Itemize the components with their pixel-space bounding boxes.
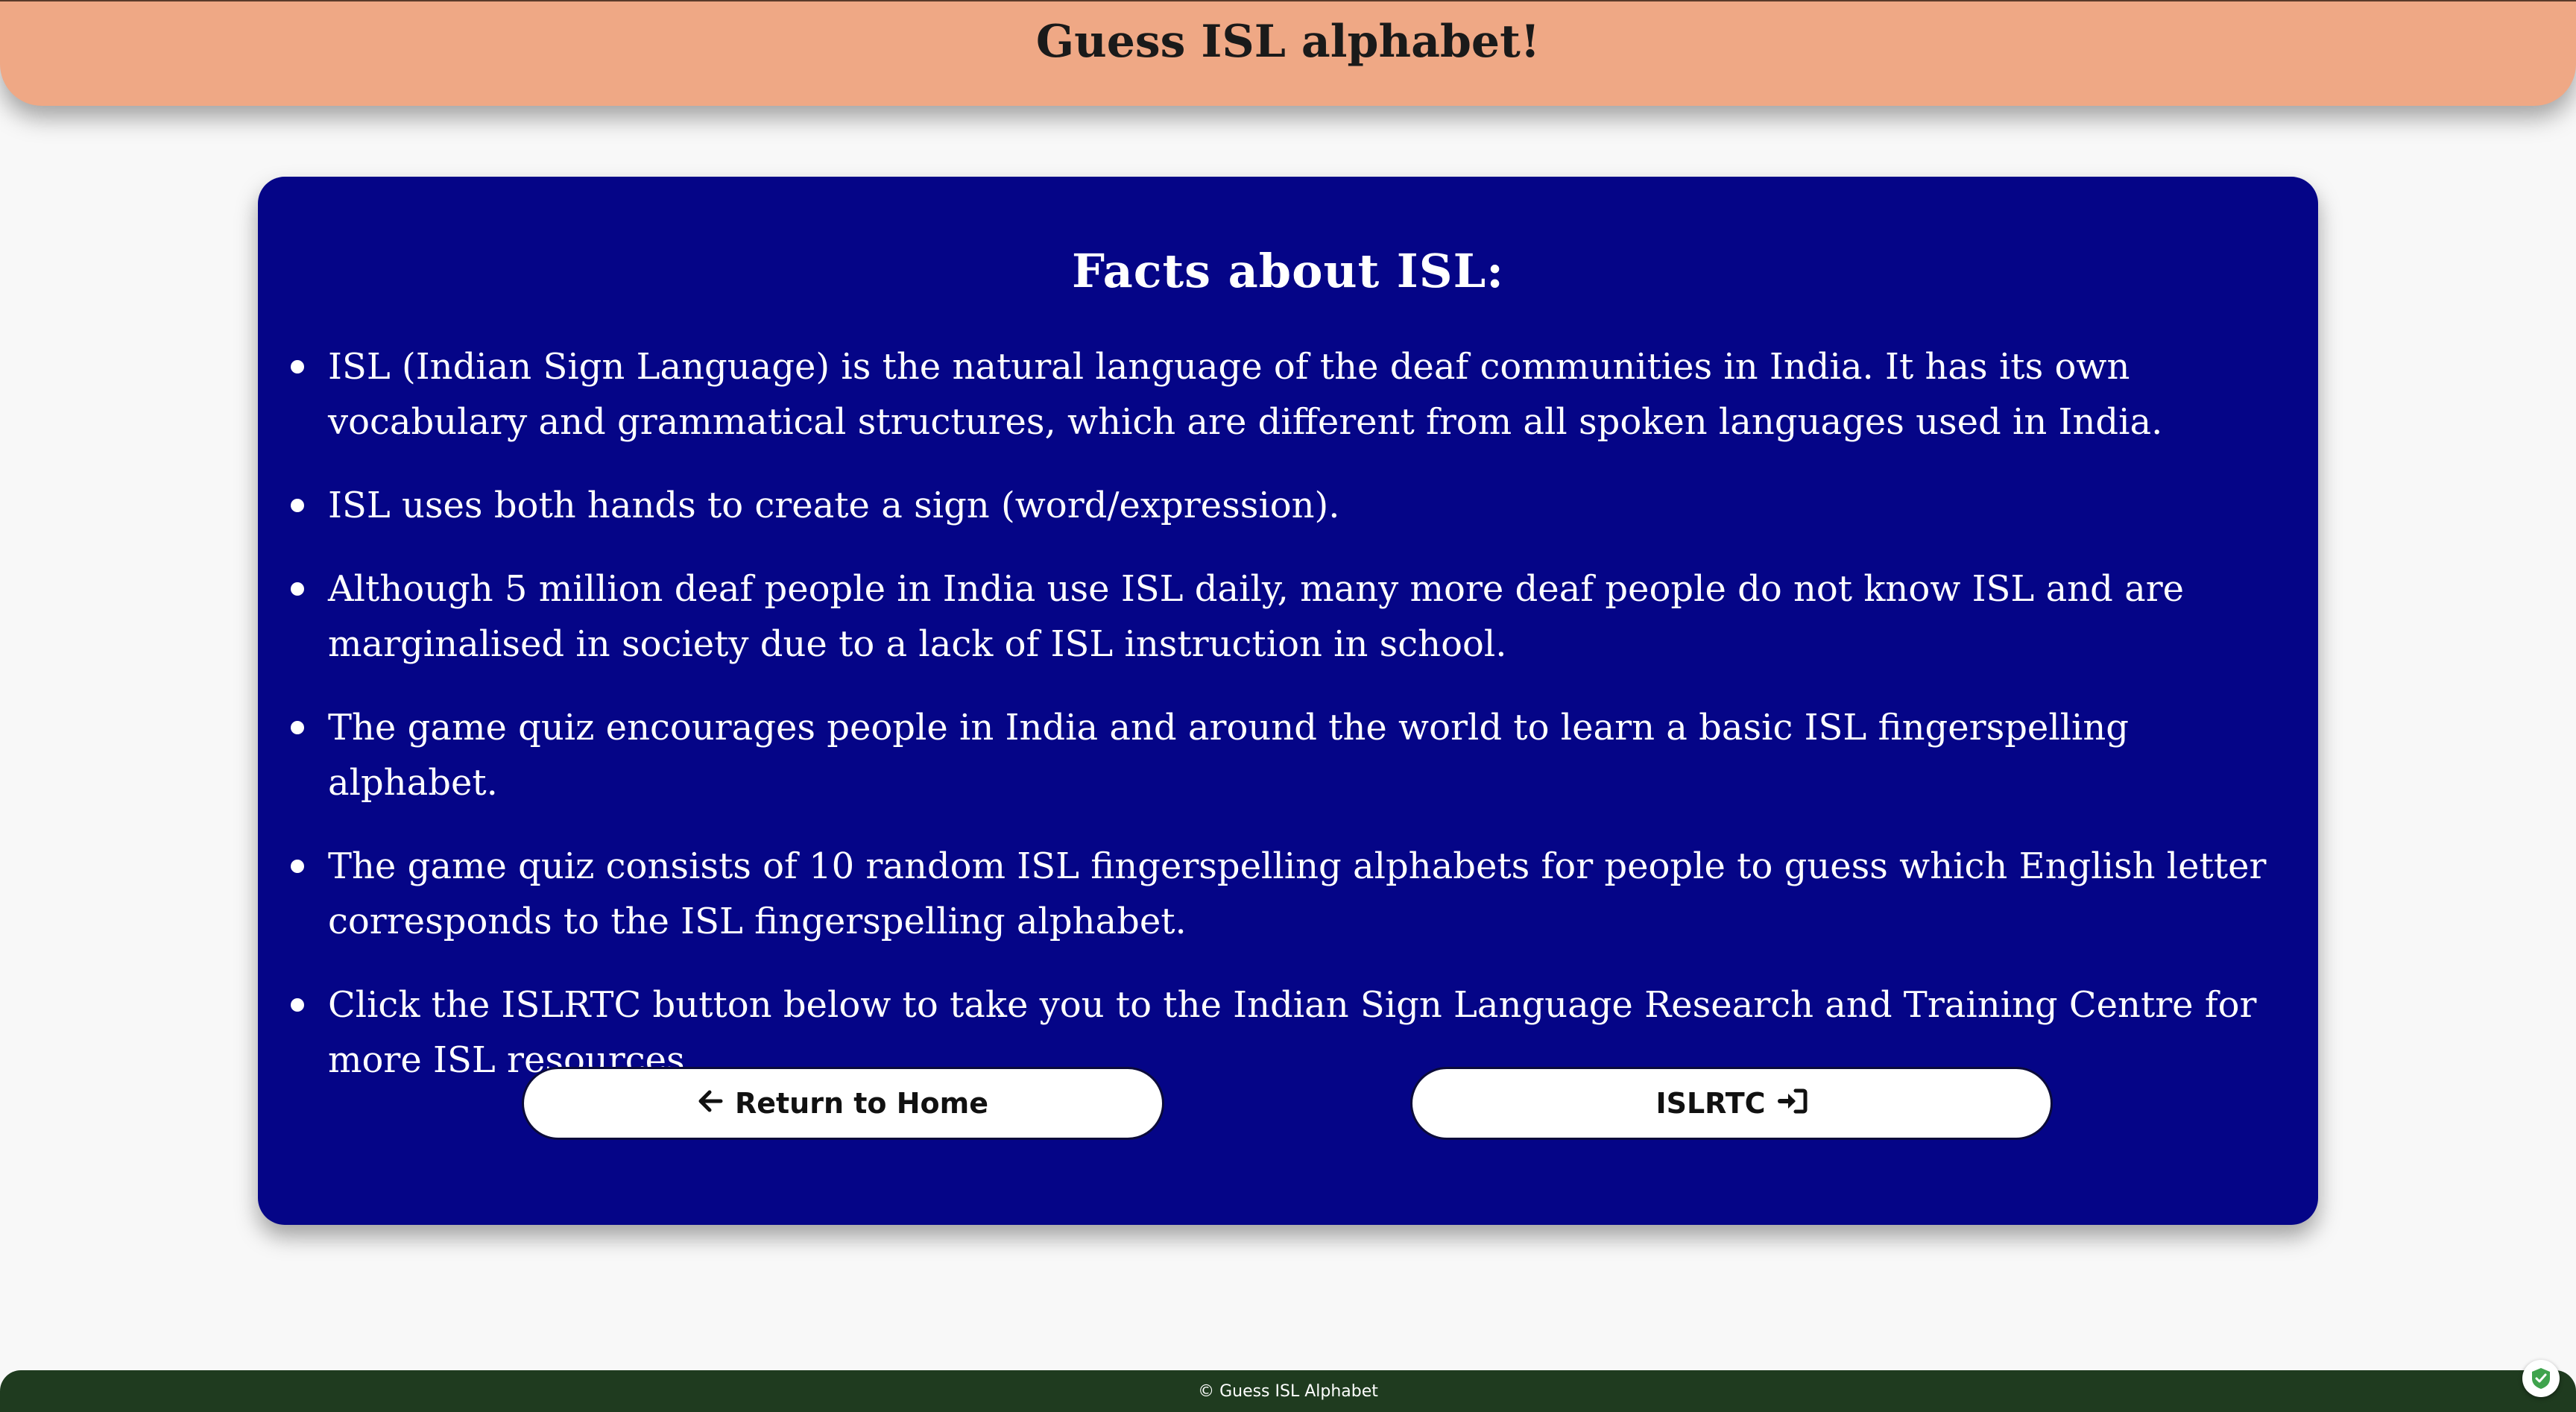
islrtc-button[interactable]: ISLRTC	[1410, 1067, 2053, 1140]
bullet-icon	[291, 998, 304, 1012]
bullet-icon	[291, 360, 304, 374]
fact-text: The game quiz consists of 10 random ISL …	[328, 845, 2267, 942]
sign-in-icon	[1777, 1088, 1808, 1120]
fact-item: The game quiz encourages people in India…	[291, 700, 2281, 810]
facts-heading: Facts about ISL:	[1071, 244, 1505, 298]
fact-item: ISL (Indian Sign Language) is the natura…	[291, 339, 2281, 450]
facts-list: ISL (Indian Sign Language) is the natura…	[291, 339, 2281, 1116]
fact-text: Although 5 million deaf people in India …	[328, 568, 2185, 665]
bullet-icon	[291, 582, 304, 596]
fact-text: ISL uses both hands to create a sign (wo…	[328, 485, 1340, 526]
page-footer: © Guess ISL Alphabet	[0, 1370, 2576, 1412]
return-home-button[interactable]: Return to Home	[522, 1067, 1164, 1140]
bullet-icon	[291, 860, 304, 873]
fact-item: ISL uses both hands to create a sign (wo…	[291, 478, 2281, 533]
bullet-icon	[291, 499, 304, 512]
page-title: Guess ISL alphabet!	[1035, 16, 1541, 68]
return-home-label: Return to Home	[734, 1087, 989, 1120]
fact-item: The game quiz consists of 10 random ISL …	[291, 839, 2281, 949]
fact-text: The game quiz encourages people in India…	[328, 707, 2130, 804]
shield-check-icon[interactable]	[2522, 1360, 2560, 1397]
footer-copyright: © Guess ISL Alphabet	[1198, 1381, 1378, 1401]
page-header: Guess ISL alphabet!	[0, 0, 2576, 106]
fact-item: Although 5 million deaf people in India …	[291, 561, 2281, 672]
bullet-icon	[291, 721, 304, 734]
islrtc-label: ISLRTC	[1655, 1087, 1766, 1120]
fact-text: ISL (Indian Sign Language) is the natura…	[328, 346, 2163, 443]
arrow-left-icon	[698, 1088, 723, 1118]
facts-card: Facts about ISL: ISL (Indian Sign Langua…	[258, 177, 2318, 1225]
